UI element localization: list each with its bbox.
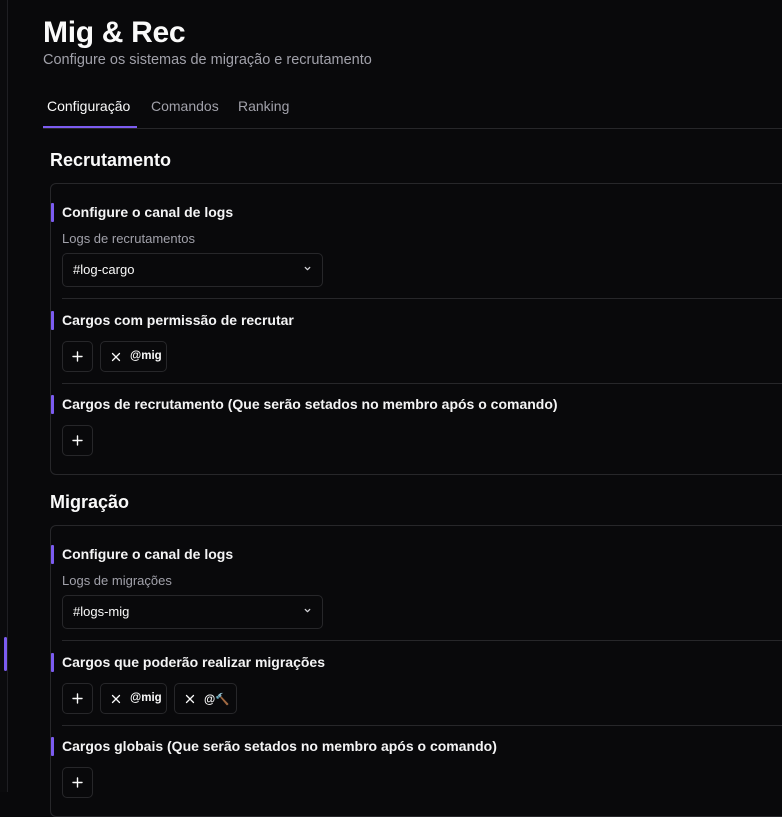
tab-ranking[interactable]: Ranking <box>238 98 289 114</box>
plus-icon <box>72 435 83 446</box>
page-subtitle: Configure os sistemas de migração e recr… <box>43 52 372 68</box>
tab-comandos[interactable]: Comandos <box>151 98 219 114</box>
mig-roles-add-button[interactable] <box>62 683 93 714</box>
active-tab-indicator <box>43 126 137 128</box>
plus-icon <box>72 777 83 788</box>
rec-log-channel-select[interactable]: #log-cargo <box>62 253 323 287</box>
divider <box>62 725 782 726</box>
mig-log-channel-value: #logs-mig <box>73 604 130 619</box>
divider <box>62 383 782 384</box>
close-icon[interactable] <box>111 352 121 362</box>
rec-log-channel-value: #log-cargo <box>73 262 135 277</box>
field-accent-bar <box>51 395 54 414</box>
rec-log-channel-sublabel: Logs de recrutamentos <box>62 231 195 246</box>
role-chip-label: @🔨 <box>204 694 230 706</box>
rec-permission-role-chip[interactable]: @mig <box>100 341 167 372</box>
rec-permission-roles-label: Cargos com permissão de recrutar <box>62 312 294 328</box>
tab-bar: Configuração Comandos Ranking <box>43 94 782 129</box>
field-accent-bar <box>51 737 54 756</box>
role-chip-label: @mig <box>130 350 162 362</box>
mig-global-add-button[interactable] <box>62 767 93 798</box>
close-icon[interactable] <box>111 694 121 704</box>
mig-role-chip[interactable]: @mig <box>100 683 167 714</box>
section-title-migracao: Migração <box>50 492 130 512</box>
plus-icon <box>72 351 83 362</box>
mig-log-channel-sublabel: Logs de migrações <box>62 573 172 588</box>
mig-role-chip[interactable]: @🔨 <box>174 683 237 714</box>
field-accent-bar <box>51 311 54 330</box>
role-chip-label: @mig <box>130 692 162 704</box>
field-accent-bar <box>51 653 54 672</box>
close-icon[interactable] <box>185 694 195 704</box>
field-accent-bar <box>51 545 54 564</box>
tab-configuracao[interactable]: Configuração <box>47 98 130 114</box>
field-accent-bar <box>51 203 54 222</box>
left-sidebar-rail <box>0 0 8 792</box>
recrutamento-card <box>50 183 782 475</box>
page-title: Mig & Rec <box>43 16 186 49</box>
mig-log-channel-label: Configure o canal de logs <box>62 546 234 562</box>
chevron-down-icon <box>304 608 311 613</box>
divider <box>62 640 782 641</box>
rec-recruit-roles-label: Cargos de recrutamento (Que serão setado… <box>62 396 558 412</box>
rec-log-channel-label: Configure o canal de logs <box>62 204 234 220</box>
plus-icon <box>72 693 83 704</box>
sidebar-active-indicator <box>4 637 7 671</box>
mig-roles-label: Cargos que poderão realizar migrações <box>62 654 325 670</box>
mig-global-roles-label: Cargos globais (Que serão setados no mem… <box>62 738 497 754</box>
chevron-down-icon <box>304 266 311 271</box>
migracao-card <box>50 525 782 817</box>
rec-recruit-add-button[interactable] <box>62 425 93 456</box>
divider <box>62 298 782 299</box>
section-title-recrutamento: Recrutamento <box>50 150 172 170</box>
mig-log-channel-select[interactable]: #logs-mig <box>62 595 323 629</box>
rec-permission-add-button[interactable] <box>62 341 93 372</box>
